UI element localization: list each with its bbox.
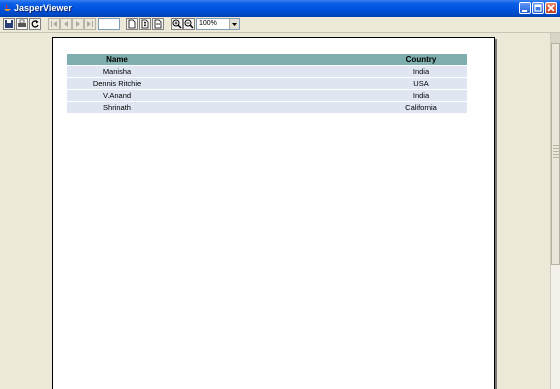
scroll-up-button[interactable] (551, 33, 560, 43)
zoom-out-icon (184, 19, 194, 29)
next-page-icon (76, 21, 80, 27)
title-bar: JasperViewer (0, 0, 560, 17)
report-viewport: Name Country Manisha India Dennis Ritchi… (0, 33, 550, 389)
print-icon (18, 19, 26, 27)
cell-name: V.Anand (102, 91, 132, 100)
cell-country: India (412, 91, 430, 100)
zoom-select[interactable]: 100% (196, 18, 240, 30)
close-button[interactable] (545, 2, 557, 14)
first-page-icon (51, 21, 57, 27)
fit-width-icon (154, 19, 162, 29)
scrollbar-thumb[interactable] (551, 43, 560, 265)
minimize-icon (522, 10, 527, 12)
last-page-button[interactable] (84, 18, 96, 30)
cell-country: USA (413, 79, 429, 88)
cell-country: India (412, 67, 430, 76)
table-header: Name Country (67, 54, 467, 65)
zoom-in-button[interactable] (171, 18, 183, 30)
cell-country: California (405, 103, 437, 112)
next-page-button[interactable] (72, 18, 84, 30)
cell-name: Dennis Ritchie (92, 79, 142, 88)
print-button[interactable] (16, 18, 28, 30)
previous-page-icon (64, 21, 68, 27)
actual-size-button[interactable] (126, 18, 138, 30)
table-row: V.Anand India (67, 89, 467, 101)
column-header-country: Country (405, 55, 437, 64)
save-button[interactable] (3, 18, 15, 30)
zoom-in-icon (172, 19, 182, 29)
fit-page-button[interactable] (139, 18, 151, 30)
reload-icon (31, 20, 39, 28)
cell-name: Manisha (102, 67, 132, 76)
maximize-icon (534, 4, 542, 12)
table-row: Shrinath California (67, 101, 467, 113)
cell-name: Shrinath (103, 103, 131, 112)
window-title: JasperViewer (14, 3, 72, 13)
first-page-button[interactable] (48, 18, 60, 30)
toolbar: 100% (0, 17, 560, 33)
zoom-out-button[interactable] (183, 18, 195, 30)
save-icon (5, 20, 13, 28)
reload-button[interactable] (29, 18, 41, 30)
chevron-down-icon[interactable] (229, 19, 239, 29)
report-table: Name Country Manisha India Dennis Ritchi… (67, 54, 467, 113)
last-page-icon (87, 21, 93, 27)
vertical-scrollbar[interactable] (550, 33, 560, 389)
page-number-input[interactable] (98, 18, 120, 30)
report-page: Name Country Manisha India Dennis Ritchi… (52, 37, 495, 389)
zoom-value: 100% (199, 20, 217, 27)
previous-page-button[interactable] (60, 18, 72, 30)
fit-width-button[interactable] (152, 18, 164, 30)
scrollbar-grip (553, 145, 559, 159)
table-row: Manisha India (67, 65, 467, 77)
table-row: Dennis Ritchie USA (67, 77, 467, 89)
java-cup-icon (4, 4, 11, 11)
close-icon (547, 4, 555, 12)
column-header-name: Name (106, 55, 128, 64)
fit-page-icon (141, 19, 149, 29)
maximize-button[interactable] (532, 2, 544, 14)
actual-size-icon (128, 19, 136, 29)
minimize-button[interactable] (519, 2, 531, 14)
